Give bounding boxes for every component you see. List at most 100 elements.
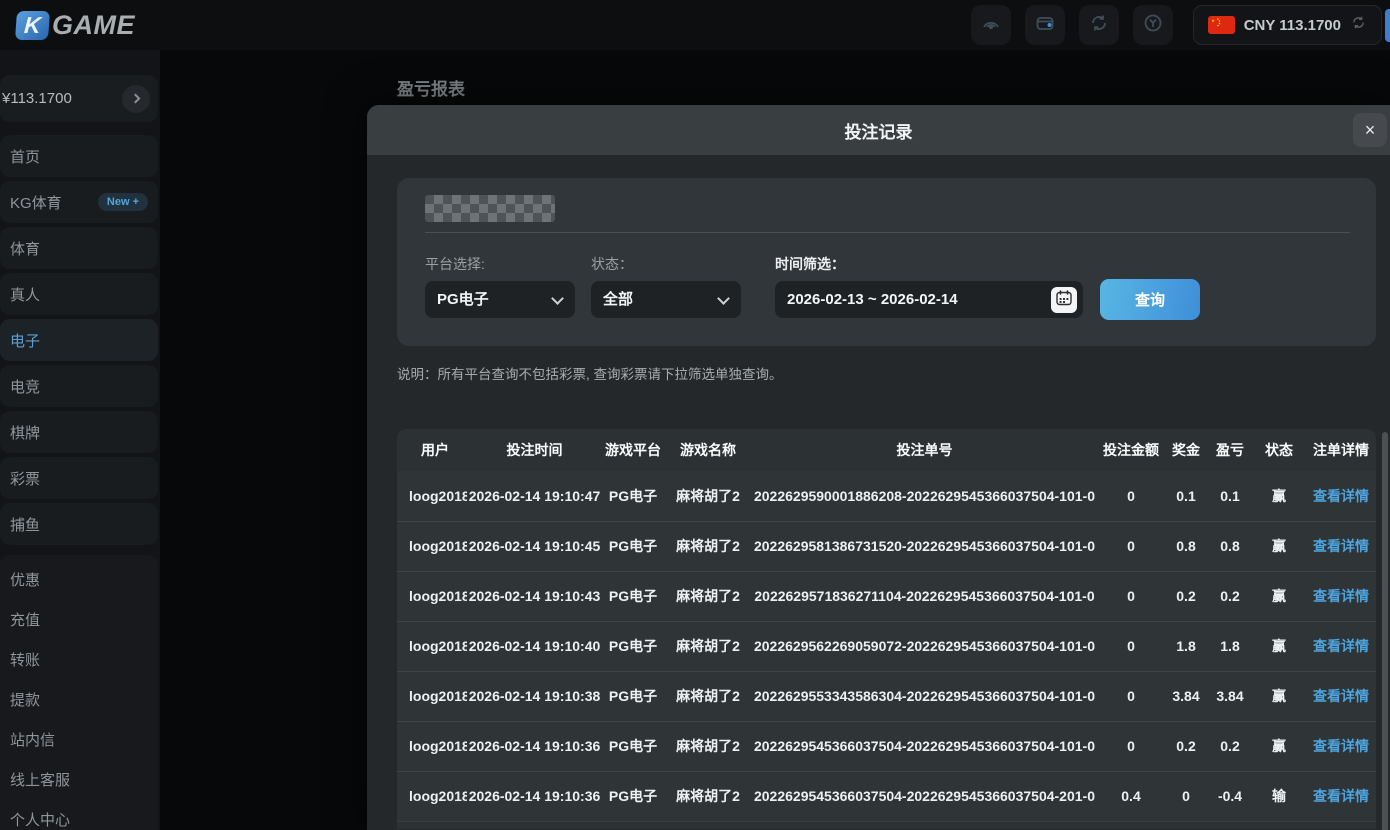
column-header: 游戏名称 — [664, 429, 752, 471]
cell-profit: -0.4 — [1207, 771, 1253, 821]
cell-game: 麻将胡了2 — [664, 621, 752, 671]
cell-amount: 0 — [1097, 471, 1165, 521]
cell-platform: PG电子 — [602, 571, 664, 621]
cell-bet-no: 2022629545366037504-2022629545366037504-… — [752, 721, 1097, 771]
sidebar-nav-item[interactable]: 捕鱼 — [0, 503, 158, 545]
date-range-input[interactable] — [775, 291, 1051, 308]
currency-selector[interactable]: CNY 113.1700 — [1193, 5, 1382, 45]
view-detail-link[interactable]: 查看详情 — [1313, 638, 1369, 654]
customer-service-button[interactable] — [1133, 5, 1173, 45]
refresh-icon[interactable] — [1350, 14, 1367, 36]
cell-amount: 0.4 — [1097, 771, 1165, 821]
sync-icon — [1088, 12, 1110, 39]
platform-filter-label: 平台选择: — [425, 254, 485, 274]
signal-button[interactable] — [971, 5, 1011, 45]
cell-user: loog2018 — [397, 771, 467, 821]
divider — [425, 232, 1350, 233]
cell-bet-no: 2022629553343586304-2022629545366037504-… — [752, 671, 1097, 721]
column-header: 注单详情 — [1305, 429, 1376, 471]
view-detail-link[interactable]: 查看详情 — [1313, 688, 1369, 704]
cell-amount: 0 — [1097, 671, 1165, 721]
cell-platform: PG电子 — [602, 671, 664, 721]
balance-card: ¥113.1700 — [0, 75, 158, 122]
sidebar-account-item[interactable]: 线上客服 — [0, 759, 158, 799]
partial-next-row — [397, 821, 1376, 829]
query-note: 说明：所有平台查询不包括彩票, 查询彩票请下拉筛选单独查询。 — [397, 363, 1376, 383]
query-button[interactable]: 查询 — [1100, 279, 1200, 320]
sidebar-account-item[interactable]: 个人中心 — [0, 799, 158, 830]
cell-bonus: 0.2 — [1165, 721, 1207, 771]
cell-game: 麻将胡了2 — [664, 721, 752, 771]
sidebar-nav-item[interactable]: 首页 — [0, 135, 158, 177]
view-detail-link[interactable]: 查看详情 — [1313, 538, 1369, 554]
topbar: K GAME — [0, 0, 1390, 50]
wallet-button[interactable] — [1025, 5, 1065, 45]
sidebar-nav-item[interactable]: 真人 — [0, 273, 158, 315]
cell-amount: 0 — [1097, 571, 1165, 621]
masked-username — [425, 195, 555, 222]
cell-platform: PG电子 — [602, 771, 664, 821]
sidebar-account-item[interactable]: 充值 — [0, 599, 158, 639]
balance-expand-button[interactable] — [122, 85, 150, 113]
cell-status: 赢 — [1253, 521, 1305, 571]
view-detail-link[interactable]: 查看详情 — [1313, 488, 1369, 504]
view-detail-link[interactable]: 查看详情 — [1313, 738, 1369, 754]
table-row: loog2018 2026-02-14 19:10:36 PG电子 麻将胡了2 … — [397, 721, 1376, 771]
sidebar-nav-item[interactable]: 电子 — [0, 319, 158, 361]
logo-text: GAME — [52, 10, 135, 41]
page-title: 盈亏报表 — [397, 75, 465, 100]
time-filter-label: 时间筛选： — [775, 254, 845, 274]
cell-time: 2026-02-14 19:10:43 — [467, 571, 602, 621]
calendar-button[interactable] — [1051, 287, 1077, 313]
edge-button-sliver[interactable] — [1385, 9, 1390, 42]
cell-time: 2026-02-14 19:10:36 — [467, 721, 602, 771]
sync-button[interactable] — [1079, 5, 1119, 45]
sidebar-account-item[interactable]: 站内信 — [0, 719, 158, 759]
kgame-logo[interactable]: K GAME — [16, 10, 135, 41]
cell-user: loog2018 — [397, 621, 467, 671]
cell-amount: 0 — [1097, 621, 1165, 671]
column-header: 投注单号 — [752, 429, 1097, 471]
balance-amount: ¥113.1700 — [2, 90, 72, 107]
sidebar-nav-item[interactable]: KG体育 New + — [0, 181, 158, 223]
sidebar-nav: 首页 KG体育 New + 体育 真人 电子 电竞 棋牌 彩票 捕鱼 — [0, 135, 160, 545]
cell-time: 2026-02-14 19:10:38 — [467, 671, 602, 721]
cell-game: 麻将胡了2 — [664, 771, 752, 821]
view-detail-link[interactable]: 查看详情 — [1313, 588, 1369, 604]
cell-platform: PG电子 — [602, 721, 664, 771]
cell-user: loog2018 — [397, 471, 467, 521]
chevron-right-icon — [130, 94, 140, 104]
cell-status: 赢 — [1253, 721, 1305, 771]
sidebar-nav-item[interactable]: 体育 — [0, 227, 158, 269]
sidebar-account-item[interactable]: 转账 — [0, 639, 158, 679]
platform-select[interactable]: PG电子 — [425, 281, 575, 318]
platform-select-wrap: PG电子 — [425, 281, 575, 318]
cell-game: 麻将胡了2 — [664, 571, 752, 621]
calendar-icon — [1056, 290, 1072, 309]
date-range-wrap — [775, 281, 1083, 318]
cell-profit: 0.2 — [1207, 721, 1253, 771]
cell-bonus: 0 — [1165, 771, 1207, 821]
sidebar: ¥113.1700 首页 KG体育 New + 体育 真人 电子 电竞 棋牌 彩… — [0, 50, 160, 830]
cell-bonus: 1.8 — [1165, 621, 1207, 671]
sidebar-account-item[interactable]: 优惠 — [0, 559, 158, 599]
cell-time: 2026-02-14 19:10:40 — [467, 621, 602, 671]
status-select[interactable]: 全部 — [591, 281, 741, 318]
topbar-actions: CNY 113.1700 — [971, 5, 1382, 45]
sidebar-nav-item[interactable]: 棋牌 — [0, 411, 158, 453]
sidebar-nav-item[interactable]: 彩票 — [0, 457, 158, 499]
cell-platform: PG电子 — [602, 521, 664, 571]
table-row: loog2018 2026-02-14 19:10:43 PG电子 麻将胡了2 … — [397, 571, 1376, 621]
close-button[interactable]: × — [1353, 113, 1387, 147]
sidebar-account-item[interactable]: 提款 — [0, 679, 158, 719]
modal-title: 投注记录 — [845, 118, 913, 143]
table-scrollbar-thumb[interactable] — [1382, 432, 1388, 830]
sidebar-nav-item[interactable]: 电竞 — [0, 365, 158, 407]
status-select-wrap: 全部 — [591, 281, 741, 318]
table-row: loog2018 2026-02-14 19:10:40 PG电子 麻将胡了2 … — [397, 621, 1376, 671]
cell-game: 麻将胡了2 — [664, 521, 752, 571]
column-header: 盈亏 — [1207, 429, 1253, 471]
view-detail-link[interactable]: 查看详情 — [1313, 788, 1369, 804]
cell-platform: PG电子 — [602, 621, 664, 671]
cell-status: 赢 — [1253, 571, 1305, 621]
